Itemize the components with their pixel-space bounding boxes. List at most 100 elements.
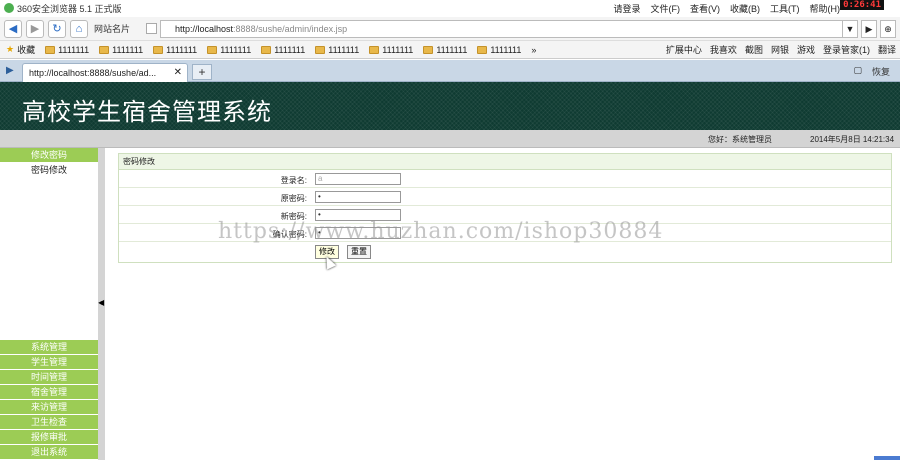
go-button[interactable]: ▶ [861, 20, 877, 38]
system-title: 高校学生宿舍管理系统 [22, 98, 272, 126]
collapse-arrow-icon[interactable]: ◀ [98, 298, 104, 307]
favorite-item[interactable]: 1111111 [207, 45, 251, 55]
folder-icon [477, 45, 488, 54]
password-form: 登录名: a 原密码: • 新密码: • 确认密码: • 修改 重置 [118, 170, 892, 263]
form-row-username: 登录名: a [119, 170, 891, 188]
watermark: https://www.huzhan.com/ishop30884 [218, 219, 664, 244]
form-row-old-password: 原密码: • [119, 188, 891, 206]
old-password-field[interactable]: • [315, 191, 401, 203]
forward-button[interactable]: ▶ [26, 19, 44, 38]
favorite-label: 1111111 [220, 44, 252, 55]
chevron-down-icon: ▼ [845, 24, 855, 34]
site-card-button[interactable]: 网站名片 [94, 22, 130, 35]
system-header: 高校学生宿舍管理系统 [0, 82, 900, 130]
url-input[interactable]: http://localhost:8888/sushe/admin/index.… [160, 20, 850, 38]
dropdown-button[interactable]: ▼ [842, 20, 858, 38]
url-path: :8888/sushe/admin/index.jsp [233, 24, 348, 34]
sidebar-group-time[interactable]: 时间管理 [0, 370, 98, 385]
favorites-more-button[interactable]: » [531, 45, 536, 55]
favorite-label: 1111111 [58, 44, 90, 55]
tab-bar: ▶ http://localhost:8888/sushe/ad... ✕ + … [0, 60, 900, 82]
extension-center[interactable]: 扩展中心 [666, 43, 702, 56]
favorites-menu[interactable]: ★ 收藏 [6, 43, 35, 56]
menu-tools[interactable]: 工具(T) [770, 2, 800, 15]
password-form-panel: 密码修改 登录名: a 原密码: • 新密码: • 确认密码: • 修改 重置 [118, 153, 892, 263]
window-icon[interactable]: ▢ [853, 65, 862, 78]
menu-view[interactable]: 查看(V) [690, 2, 720, 15]
sidebar-group-change-password[interactable]: 修改密码 [0, 148, 98, 163]
old-password-label: 原密码: [280, 194, 307, 203]
translate[interactable]: 翻译 [878, 43, 896, 56]
tab-active[interactable]: http://localhost:8888/sushe/ad... ✕ [22, 63, 188, 82]
user-greeting: 您好：系统管理员 [708, 135, 772, 144]
favorite-item[interactable]: 1111111 [423, 45, 467, 55]
sidebar-group-logout[interactable]: 退出系统 [0, 445, 98, 460]
sidebar-splitter[interactable]: ◀ [98, 148, 105, 460]
online-banking[interactable]: 网银 [771, 43, 789, 56]
sidebar-group-students[interactable]: 学生管理 [0, 355, 98, 370]
form-row-actions: 修改 重置 [119, 242, 891, 262]
restore-button[interactable]: 恢复 [872, 65, 890, 78]
sidebar-group-visitors[interactable]: 来访管理 [0, 400, 98, 415]
page-icon [146, 23, 157, 34]
address-bar: ◀ ▶ ↻ ⌂ 网站名片 http://localhost:8888/sushe… [0, 17, 900, 41]
close-icon[interactable]: ✕ [174, 67, 182, 78]
menu-login[interactable]: 请登录 [613, 2, 640, 15]
sidebar: 修改密码 密码修改 系统管理 学生管理 时间管理 宿舍管理 来访管理 卫生检查 … [0, 148, 98, 460]
folder-icon [315, 45, 326, 54]
folder-icon [153, 45, 164, 54]
sidebar-toggle-icon[interactable]: ▶ [6, 65, 14, 76]
extension-button[interactable]: ⊕ [880, 20, 896, 38]
back-arrow-icon: ◀ [8, 23, 18, 35]
current-datetime: 2014年5月8日 14:21:34 [810, 135, 895, 144]
sidebar-group-dorms[interactable]: 宿舍管理 [0, 385, 98, 400]
my-likes[interactable]: 我喜欢 [710, 43, 737, 56]
refresh-button[interactable]: ↻ [48, 19, 66, 38]
plus-circle-icon: ⊕ [884, 23, 892, 34]
home-button[interactable]: ⌂ [70, 19, 88, 38]
form-title: 密码修改 [118, 153, 892, 170]
info-bar: 您好：系统管理员 2014年5月8日 14:21:34 [0, 130, 900, 148]
browser-titlebar: 360安全浏览器 5.1 正式版 请登录 文件(F) 查看(V) 收藏(B) 工… [0, 0, 900, 16]
menu-favorites[interactable]: 收藏(B) [730, 2, 760, 15]
favorite-label: 1111111 [382, 44, 414, 55]
back-button[interactable]: ◀ [4, 19, 22, 38]
sidebar-group-repairs[interactable]: 报修审批 [0, 430, 98, 445]
reset-button[interactable]: 重置 [347, 245, 371, 259]
favorite-label: 1111111 [166, 44, 198, 55]
new-tab-button[interactable]: + [192, 64, 212, 80]
username-field[interactable]: a [315, 173, 401, 185]
favorite-item[interactable]: 1111111 [45, 45, 89, 55]
menu-help[interactable]: 帮助(H) [810, 2, 841, 15]
favorite-item[interactable]: 1111111 [369, 45, 413, 55]
browser-logo-icon [4, 3, 14, 13]
username-label: 登录名: [280, 176, 307, 185]
forward-arrow-icon: ▶ [30, 23, 40, 35]
favorites-bar: ★ 收藏 1111111 1111111 1111111 1111111 1111… [0, 41, 900, 59]
login-manager[interactable]: 登录管家(1) [823, 43, 870, 56]
play-icon: ▶ [865, 23, 873, 34]
star-icon: ★ [6, 44, 15, 54]
favorite-item[interactable]: 1111111 [315, 45, 359, 55]
tab-title: http://localhost:8888/sushe/ad... [29, 68, 157, 78]
sidebar-item-password-change[interactable]: 密码修改 [0, 163, 98, 177]
favorite-label: 1111111 [274, 44, 306, 55]
favorite-label: 1111111 [112, 44, 144, 55]
games[interactable]: 游戏 [797, 43, 815, 56]
favorite-item[interactable]: 1111111 [99, 45, 143, 55]
favorite-item[interactable]: 1111111 [477, 45, 521, 55]
folder-icon [261, 45, 272, 54]
url-host: http://localhost [175, 24, 234, 34]
favorite-item[interactable]: 1111111 [261, 45, 305, 55]
scrollbar-corner[interactable] [874, 456, 900, 460]
menu-file[interactable]: 文件(F) [651, 2, 681, 15]
sidebar-group-system[interactable]: 系统管理 [0, 340, 98, 355]
screenshot-tool[interactable]: 截图 [745, 43, 763, 56]
clock-readout: 0:26:41 [840, 0, 884, 10]
folder-icon [207, 45, 218, 54]
refresh-icon: ↻ [52, 23, 62, 35]
folder-icon [45, 45, 56, 54]
favorite-item[interactable]: 1111111 [153, 45, 197, 55]
sidebar-group-hygiene[interactable]: 卫生检查 [0, 415, 98, 430]
folder-icon [369, 45, 380, 54]
